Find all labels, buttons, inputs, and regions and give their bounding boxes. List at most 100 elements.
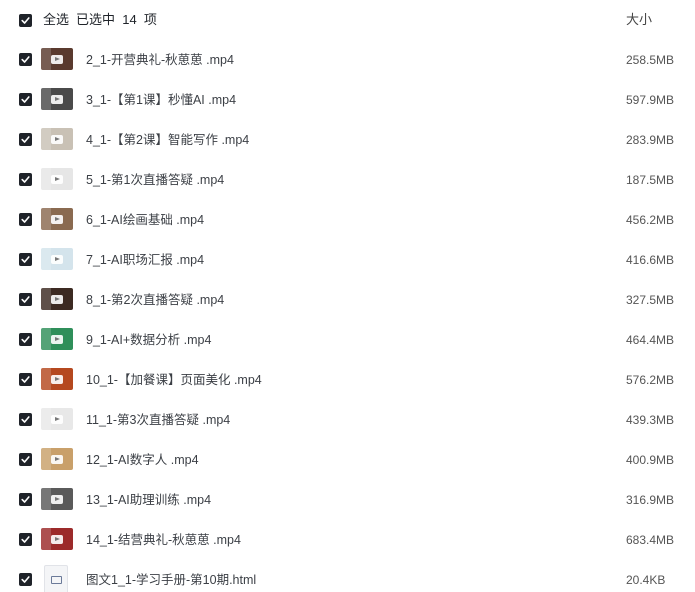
- video-thumbnail: [41, 48, 73, 70]
- file-name[interactable]: 4_1-【第2课】智能写作 .mp4: [86, 132, 249, 148]
- play-icon: [51, 134, 63, 144]
- video-thumbnail: [41, 128, 73, 150]
- file-row[interactable]: 2_1-开营典礼-秋葸葸 .mp4 258.5MB: [0, 40, 695, 80]
- file-checkbox[interactable]: [19, 413, 32, 426]
- video-thumbnail: [41, 488, 73, 510]
- check-icon: [21, 576, 30, 583]
- video-thumbnail: [41, 528, 73, 550]
- file-checkbox[interactable]: [19, 213, 32, 226]
- file-checkbox[interactable]: [19, 253, 32, 266]
- file-name[interactable]: 7_1-AI职场汇报 .mp4: [86, 252, 204, 268]
- file-row[interactable]: 图文1_1-学习手册-第10期.html 20.4KB: [0, 560, 695, 592]
- file-name[interactable]: 13_1-AI助理训练 .mp4: [86, 492, 211, 508]
- file-name[interactable]: 8_1-第2次直播答疑 .mp4: [86, 292, 224, 308]
- file-name[interactable]: 12_1-AI数字人 .mp4: [86, 452, 199, 468]
- file-size: 283.9MB: [626, 133, 675, 147]
- file-size: 258.5MB: [626, 53, 675, 67]
- video-thumbnail: [41, 248, 73, 270]
- file-checkbox[interactable]: [19, 93, 32, 106]
- play-icon: [51, 494, 63, 504]
- file-checkbox[interactable]: [19, 573, 32, 586]
- file-size: 683.4MB: [626, 533, 675, 547]
- file-size: 20.4KB: [626, 573, 666, 587]
- check-icon: [21, 96, 30, 103]
- check-icon: [21, 456, 30, 463]
- check-icon: [21, 17, 30, 24]
- file-row[interactable]: 6_1-AI绘画基础 .mp4 456.2MB: [0, 200, 695, 240]
- file-name[interactable]: 9_1-AI+数据分析 .mp4: [86, 332, 211, 348]
- check-icon: [21, 296, 30, 303]
- file-row[interactable]: 12_1-AI数字人 .mp4 400.9MB: [0, 440, 695, 480]
- file-checkbox[interactable]: [19, 373, 32, 386]
- video-thumbnail: [41, 368, 73, 390]
- video-thumbnail: [41, 328, 73, 350]
- file-checkbox[interactable]: [19, 53, 32, 66]
- play-icon: [51, 334, 63, 344]
- file-name[interactable]: 14_1-结营典礼-秋葸葸 .mp4: [86, 532, 241, 548]
- html-file-icon: [44, 565, 68, 592]
- video-thumbnail: [41, 208, 73, 230]
- file-row[interactable]: 9_1-AI+数据分析 .mp4 464.4MB: [0, 320, 695, 360]
- video-thumbnail: [41, 168, 73, 190]
- file-size: 316.9MB: [626, 493, 675, 507]
- check-icon: [21, 416, 30, 423]
- file-row[interactable]: 14_1-结营典礼-秋葸葸 .mp4 683.4MB: [0, 520, 695, 560]
- play-icon: [51, 374, 63, 384]
- file-name[interactable]: 2_1-开营典礼-秋葸葸 .mp4: [86, 52, 234, 68]
- file-name[interactable]: 11_1-第3次直播答疑 .mp4: [86, 412, 230, 428]
- file-size: 416.6MB: [626, 253, 675, 267]
- check-icon: [21, 496, 30, 503]
- file-size: 400.9MB: [626, 453, 675, 467]
- play-icon: [51, 214, 63, 224]
- file-row[interactable]: 7_1-AI职场汇报 .mp4 416.6MB: [0, 240, 695, 280]
- file-size: 187.5MB: [626, 173, 675, 187]
- file-row[interactable]: 8_1-第2次直播答疑 .mp4 327.5MB: [0, 280, 695, 320]
- check-icon: [21, 136, 30, 143]
- selected-count: 已选中 14 项: [76, 12, 157, 27]
- select-all-label[interactable]: 全选: [43, 12, 69, 28]
- file-name[interactable]: 3_1-【第1课】秒懂AI .mp4: [86, 92, 236, 108]
- check-icon: [21, 376, 30, 383]
- play-icon: [51, 54, 63, 64]
- video-thumbnail: [41, 288, 73, 310]
- select-all-checkbox[interactable]: [19, 14, 32, 27]
- file-checkbox[interactable]: [19, 453, 32, 466]
- check-icon: [21, 176, 30, 183]
- play-icon: [51, 94, 63, 104]
- video-thumbnail: [41, 88, 73, 110]
- file-rows: 2_1-开营典礼-秋葸葸 .mp4 258.5MB 3_1-【第1课】秒懂AI .m…: [0, 40, 695, 592]
- file-checkbox[interactable]: [19, 133, 32, 146]
- file-name[interactable]: 10_1-【加餐课】页面美化 .mp4: [86, 372, 262, 388]
- check-icon: [21, 256, 30, 263]
- file-name[interactable]: 6_1-AI绘画基础 .mp4: [86, 212, 204, 228]
- file-size: 576.2MB: [626, 373, 675, 387]
- file-size: 597.9MB: [626, 93, 675, 107]
- file-checkbox[interactable]: [19, 173, 32, 186]
- check-icon: [21, 536, 30, 543]
- file-row[interactable]: 3_1-【第1课】秒懂AI .mp4 597.9MB: [0, 80, 695, 120]
- check-icon: [21, 216, 30, 223]
- file-name[interactable]: 5_1-第1次直播答疑 .mp4: [86, 172, 224, 188]
- file-checkbox[interactable]: [19, 533, 32, 546]
- file-checkbox[interactable]: [19, 293, 32, 306]
- size-column-header[interactable]: 大小: [626, 12, 652, 28]
- file-size: 464.4MB: [626, 333, 675, 347]
- file-name[interactable]: 图文1_1-学习手册-第10期.html: [86, 572, 256, 588]
- play-icon: [51, 254, 63, 264]
- file-size: 327.5MB: [626, 293, 675, 307]
- video-thumbnail: [41, 448, 73, 470]
- file-row[interactable]: 10_1-【加餐课】页面美化 .mp4 576.2MB: [0, 360, 695, 400]
- file-checkbox[interactable]: [19, 493, 32, 506]
- file-row[interactable]: 5_1-第1次直播答疑 .mp4 187.5MB: [0, 160, 695, 200]
- video-thumbnail: [41, 408, 73, 430]
- play-icon: [51, 454, 63, 464]
- list-header: 全选 已选中 14 项 大小: [0, 0, 695, 40]
- play-icon: [51, 174, 63, 184]
- file-row[interactable]: 4_1-【第2课】智能写作 .mp4 283.9MB: [0, 120, 695, 160]
- file-size: 439.3MB: [626, 413, 675, 427]
- file-list-panel: 全选 已选中 14 项 大小 2_1-开营典礼-秋葸葸 .mp4 258.5MB 3…: [0, 0, 695, 592]
- check-icon: [21, 336, 30, 343]
- file-checkbox[interactable]: [19, 333, 32, 346]
- file-row[interactable]: 13_1-AI助理训练 .mp4 316.9MB: [0, 480, 695, 520]
- file-row[interactable]: 11_1-第3次直播答疑 .mp4 439.3MB: [0, 400, 695, 440]
